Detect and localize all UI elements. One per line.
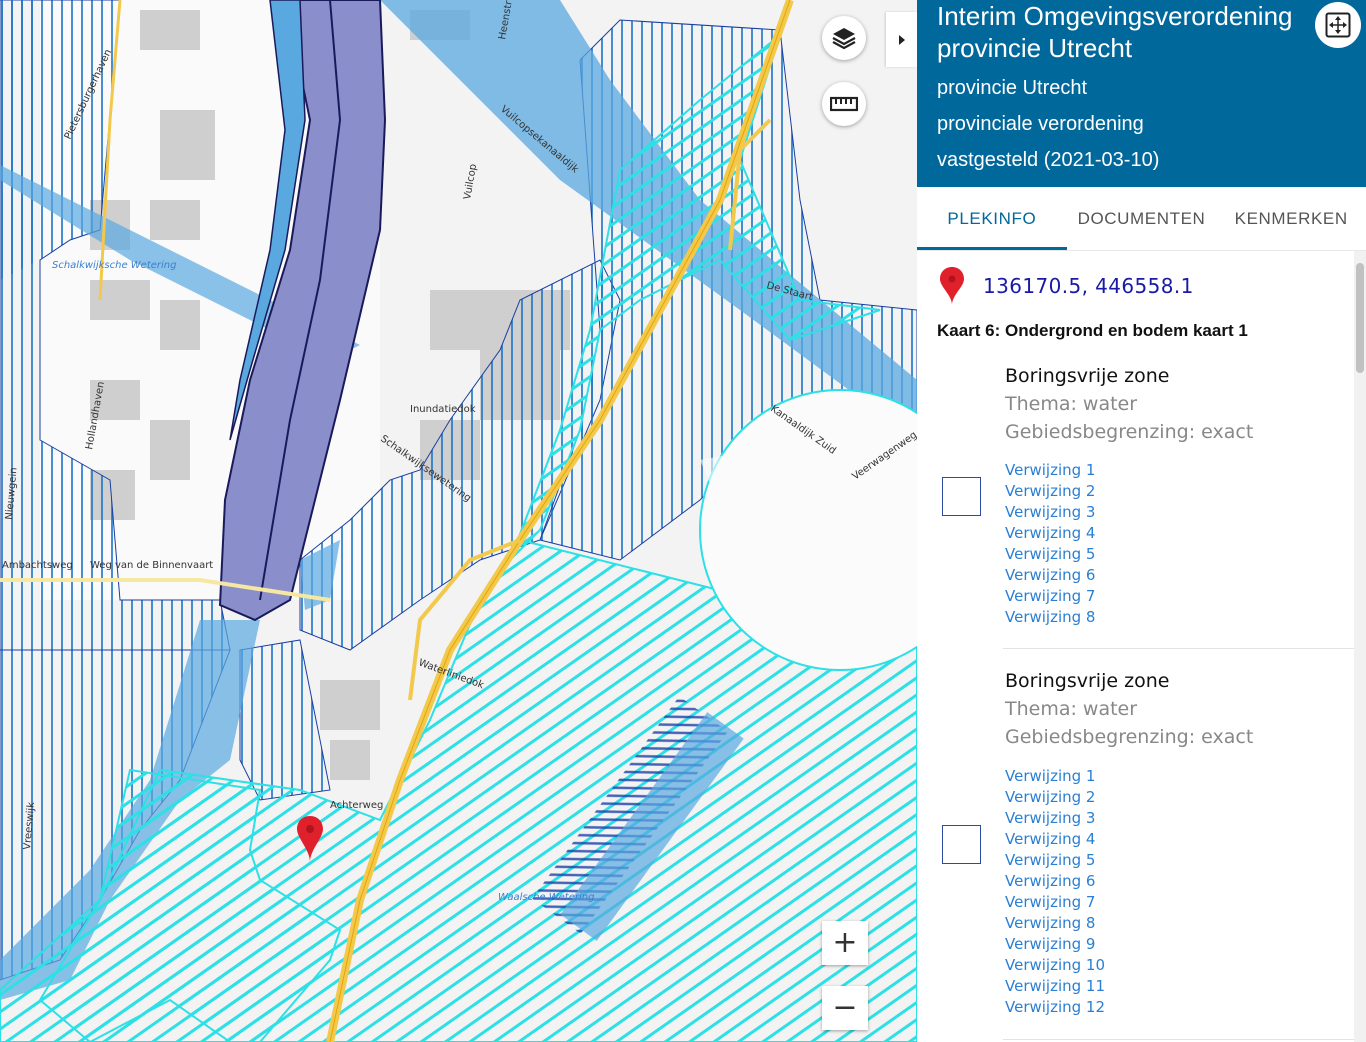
reference-link[interactable]: Verwijzing 8 (1005, 608, 1095, 626)
tab-plekinfo[interactable]: PLEKINFO (917, 187, 1067, 250)
map-label-schalkwijksche-wetering: Schalkwijksche Wetering (52, 260, 176, 271)
tab-kenmerken[interactable]: KENMERKEN (1216, 187, 1366, 250)
map-label-achterweg: Achterweg (330, 800, 383, 811)
section-title: Kaart 6: Ondergrond en bodem kaart 1 (937, 321, 1248, 340)
reference-link[interactable]: Verwijzing 4 (1005, 830, 1095, 848)
feature-checkbox[interactable] (942, 825, 981, 864)
feature-thema: Thema: water (1005, 393, 1138, 415)
feature-checkbox[interactable] (942, 477, 981, 516)
coordinates-value: 136170.5, 446558.1 (983, 274, 1194, 298)
map-label-weg-van-de-binnenvaart: Weg van de Binnenvaart (90, 560, 213, 571)
reference-link[interactable]: Verwijzing 5 (1005, 545, 1095, 563)
app-root: Schalkwijksche Wetering Hollandhaven Weg… (0, 0, 1366, 1042)
feature-thema: Thema: water (1005, 698, 1138, 720)
feature-card: Boringsvrije zone Thema: water Gebiedsbe… (917, 666, 1354, 1042)
reference-link[interactable]: Verwijzing 2 (1005, 482, 1095, 500)
panel-tabs: PLEKINFO DOCUMENTEN KENMERKEN (917, 187, 1366, 251)
map-label-inundatiedok: Inundatiedok (410, 404, 476, 415)
location-pin-icon (940, 267, 964, 305)
reference-link[interactable]: Verwijzing 5 (1005, 851, 1095, 869)
reference-link[interactable]: Verwijzing 3 (1005, 809, 1095, 827)
feature-begrenzing: Gebiedsbegrenzing: exact (1005, 421, 1254, 443)
reference-link[interactable]: Verwijzing 8 (1005, 914, 1095, 932)
reference-link[interactable]: Verwijzing 4 (1005, 524, 1095, 542)
feature-name: Boringsvrije zone (1005, 365, 1170, 387)
fullscreen-button[interactable] (1315, 2, 1361, 48)
panel-header: Interim Omgevingsverordening provincie U… (917, 0, 1366, 187)
reference-link[interactable]: Verwijzing 3 (1005, 503, 1095, 521)
reference-link[interactable]: Verwijzing 10 (1005, 956, 1105, 974)
map-view[interactable]: Schalkwijksche Wetering Hollandhaven Weg… (0, 0, 917, 1042)
reference-link[interactable]: Verwijzing 1 (1005, 461, 1095, 479)
map-canvas[interactable]: Schalkwijksche Wetering Hollandhaven Weg… (0, 0, 917, 1042)
tab-documenten[interactable]: DOCUMENTEN (1067, 187, 1217, 250)
measure-button[interactable] (822, 82, 866, 126)
zoom-out-button[interactable]: − (822, 986, 868, 1030)
feature-name: Boringsvrije zone (1005, 670, 1170, 692)
feature-divider (1003, 1039, 1354, 1040)
panel-subtitle-type: provinciale verordening (937, 113, 1144, 135)
zoom-in-button[interactable]: + (822, 921, 868, 965)
location-marker-icon (297, 816, 323, 862)
layers-icon (832, 28, 856, 50)
layers-button[interactable] (822, 16, 866, 60)
reference-link[interactable]: Verwijzing 12 (1005, 998, 1105, 1016)
reference-link[interactable]: Verwijzing 7 (1005, 893, 1095, 911)
panel-subtitle-organisation: provincie Utrecht (937, 77, 1088, 99)
reference-link[interactable]: Verwijzing 2 (1005, 788, 1095, 806)
collapse-panel-button[interactable] (886, 12, 917, 67)
expand-arrows-icon (1325, 12, 1351, 38)
scrollbar-thumb[interactable] (1356, 263, 1364, 373)
reference-link[interactable]: Verwijzing 9 (1005, 935, 1095, 953)
feature-begrenzing: Gebiedsbegrenzing: exact (1005, 726, 1254, 748)
panel-scrollbar[interactable] (1354, 251, 1366, 1042)
ruler-icon (830, 96, 858, 112)
reference-link[interactable]: Verwijzing 1 (1005, 767, 1095, 785)
plekinfo-content[interactable]: 136170.5, 446558.1 Kaart 6: Ondergrond e… (917, 251, 1354, 1042)
reference-link[interactable]: Verwijzing 6 (1005, 872, 1095, 890)
coordinates-row: 136170.5, 446558.1 (939, 267, 1194, 305)
info-panel: Interim Omgevingsverordening provincie U… (917, 0, 1366, 1042)
feature-card: Boringsvrije zone Thema: water Gebiedsbe… (917, 361, 1354, 651)
panel-subtitle-status: vastgesteld (2021-03-10) (937, 149, 1160, 171)
map-label-waalsche-wetering: Waalsche Wetering (498, 892, 594, 903)
reference-link[interactable]: Verwijzing 6 (1005, 566, 1095, 584)
feature-divider (1003, 648, 1354, 649)
reference-link[interactable]: Verwijzing 11 (1005, 977, 1105, 995)
panel-title: Interim Omgevingsverordening provincie U… (937, 1, 1293, 63)
map-label-ambachtsweg: Ambachtsweg (2, 560, 73, 571)
caret-right-icon (898, 34, 905, 45)
reference-link[interactable]: Verwijzing 7 (1005, 587, 1095, 605)
